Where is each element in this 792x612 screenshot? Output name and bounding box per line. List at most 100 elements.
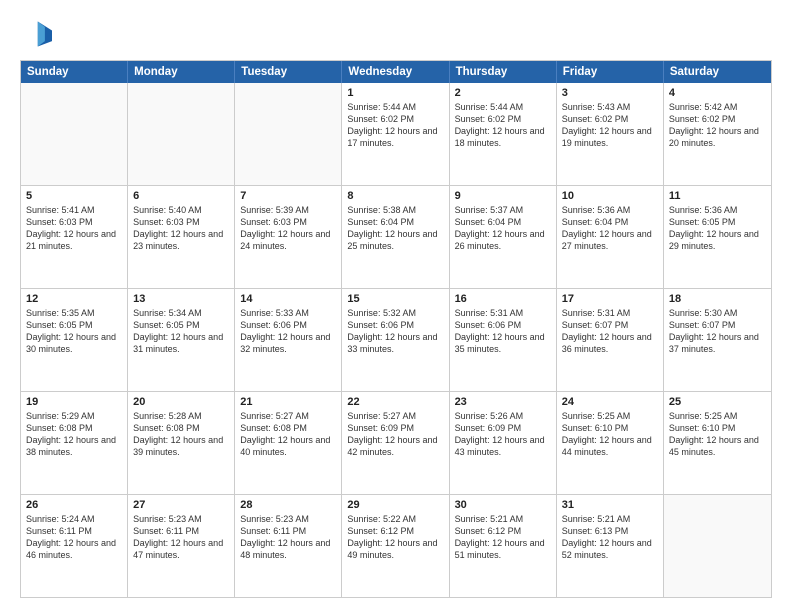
calendar-cell: 15Sunrise: 5:32 AM Sunset: 6:06 PM Dayli… (342, 289, 449, 391)
day-info: Sunrise: 5:43 AM Sunset: 6:02 PM Dayligh… (562, 101, 658, 150)
day-number: 3 (562, 87, 658, 99)
day-info: Sunrise: 5:33 AM Sunset: 6:06 PM Dayligh… (240, 307, 336, 356)
page: SundayMondayTuesdayWednesdayThursdayFrid… (0, 0, 792, 612)
day-info: Sunrise: 5:30 AM Sunset: 6:07 PM Dayligh… (669, 307, 766, 356)
calendar-cell: 8 Sunrise: 5:38 AM Sunset: 6:04 PM Daylig… (342, 186, 449, 288)
day-info: Sunrise: 5:42 AM Sunset: 6:02 PM Dayligh… (669, 101, 766, 150)
logo (20, 18, 56, 50)
day-number: 21 (240, 396, 336, 408)
day-number: 27 (133, 499, 229, 511)
calendar-row: 5 Sunrise: 5:41 AM Sunset: 6:03 PM Daylig… (21, 185, 771, 288)
calendar-cell: 9 Sunrise: 5:37 AM Sunset: 6:04 PM Daylig… (450, 186, 557, 288)
calendar-row: 1 Sunrise: 5:44 AM Sunset: 6:02 PM Daylig… (21, 83, 771, 185)
calendar-row: 12 Sunrise: 5:35 AM Sunset: 6:05 PM Dayli… (21, 288, 771, 391)
calendar-cell: 21 Sunrise: 5:27 AM Sunset: 6:08 PM Dayli… (235, 392, 342, 494)
day-info: Sunrise: 5:35 AM Sunset: 6:05 PM Dayligh… (26, 307, 122, 356)
day-number: 7 (240, 190, 336, 202)
day-number: 4 (669, 87, 766, 99)
day-info: Sunrise: 5:38 AM Sunset: 6:04 PM Dayligh… (347, 204, 443, 253)
day-number: 9 (455, 190, 551, 202)
day-info: Sunrise: 5:27 AM Sunset: 6:08 PM Dayligh… (240, 410, 336, 459)
day-info: Sunrise: 5:36 AM Sunset: 6:05 PM Dayligh… (669, 204, 766, 253)
day-info: Sunrise: 5:25 AM Sunset: 6:10 PM Dayligh… (669, 410, 766, 459)
day-number: 17 (562, 293, 658, 305)
day-number: 16 (455, 293, 551, 305)
day-info: Sunrise: 5:44 AM Sunset: 6:02 PM Dayligh… (347, 101, 443, 150)
calendar-cell (21, 83, 128, 185)
day-number: 28 (240, 499, 336, 511)
day-info: Sunrise: 5:23 AM Sunset: 6:11 PM Dayligh… (133, 513, 229, 562)
day-info: Sunrise: 5:40 AM Sunset: 6:03 PM Dayligh… (133, 204, 229, 253)
day-info: Sunrise: 5:31 AM Sunset: 6:07 PM Dayligh… (562, 307, 658, 356)
day-info: Sunrise: 5:44 AM Sunset: 6:02 PM Dayligh… (455, 101, 551, 150)
day-info: Sunrise: 5:27 AM Sunset: 6:09 PM Dayligh… (347, 410, 443, 459)
calendar-cell: 29Sunrise: 5:22 AM Sunset: 6:12 PM Dayli… (342, 495, 449, 597)
logo-icon (20, 18, 52, 50)
day-info: Sunrise: 5:25 AM Sunset: 6:10 PM Dayligh… (562, 410, 658, 459)
calendar-row: 19Sunrise: 5:29 AM Sunset: 6:08 PM Dayli… (21, 391, 771, 494)
day-number: 12 (26, 293, 122, 305)
calendar-cell: 6 Sunrise: 5:40 AM Sunset: 6:03 PM Daylig… (128, 186, 235, 288)
calendar-cell: 4 Sunrise: 5:42 AM Sunset: 6:02 PM Daylig… (664, 83, 771, 185)
day-info: Sunrise: 5:26 AM Sunset: 6:09 PM Dayligh… (455, 410, 551, 459)
day-info: Sunrise: 5:41 AM Sunset: 6:03 PM Dayligh… (26, 204, 122, 253)
day-info: Sunrise: 5:32 AM Sunset: 6:06 PM Dayligh… (347, 307, 443, 356)
calendar-cell: 26 Sunrise: 5:24 AM Sunset: 6:11 PM Dayli… (21, 495, 128, 597)
day-number: 23 (455, 396, 551, 408)
calendar-cell: 2 Sunrise: 5:44 AM Sunset: 6:02 PM Daylig… (450, 83, 557, 185)
day-number: 26 (26, 499, 122, 511)
calendar-row: 26 Sunrise: 5:24 AM Sunset: 6:11 PM Dayli… (21, 494, 771, 597)
calendar-cell: 17 Sunrise: 5:31 AM Sunset: 6:07 PM Dayli… (557, 289, 664, 391)
calendar-cell: 27 Sunrise: 5:23 AM Sunset: 6:11 PM Dayli… (128, 495, 235, 597)
calendar-cell (128, 83, 235, 185)
day-number: 19 (26, 396, 122, 408)
calendar: SundayMondayTuesdayWednesdayThursdayFrid… (20, 60, 772, 598)
day-number: 1 (347, 87, 443, 99)
calendar-cell: 22Sunrise: 5:27 AM Sunset: 6:09 PM Dayli… (342, 392, 449, 494)
day-number: 14 (240, 293, 336, 305)
calendar-cell: 1 Sunrise: 5:44 AM Sunset: 6:02 PM Daylig… (342, 83, 449, 185)
day-info: Sunrise: 5:24 AM Sunset: 6:11 PM Dayligh… (26, 513, 122, 562)
day-info: Sunrise: 5:36 AM Sunset: 6:04 PM Dayligh… (562, 204, 658, 253)
day-info: Sunrise: 5:39 AM Sunset: 6:03 PM Dayligh… (240, 204, 336, 253)
day-info: Sunrise: 5:21 AM Sunset: 6:12 PM Dayligh… (455, 513, 551, 562)
calendar-cell: 23 Sunrise: 5:26 AM Sunset: 6:09 PM Dayli… (450, 392, 557, 494)
calendar-cell: 18 Sunrise: 5:30 AM Sunset: 6:07 PM Dayli… (664, 289, 771, 391)
day-number: 5 (26, 190, 122, 202)
day-info: Sunrise: 5:23 AM Sunset: 6:11 PM Dayligh… (240, 513, 336, 562)
calendar-cell: 25Sunrise: 5:25 AM Sunset: 6:10 PM Dayli… (664, 392, 771, 494)
day-number: 20 (133, 396, 229, 408)
weekday-header: Thursday (450, 61, 557, 83)
day-number: 6 (133, 190, 229, 202)
day-number: 8 (347, 190, 443, 202)
calendar-header: SundayMondayTuesdayWednesdayThursdayFrid… (21, 61, 771, 83)
day-info: Sunrise: 5:21 AM Sunset: 6:13 PM Dayligh… (562, 513, 658, 562)
calendar-cell (664, 495, 771, 597)
calendar-body: 1 Sunrise: 5:44 AM Sunset: 6:02 PM Daylig… (21, 83, 771, 597)
calendar-cell: 7 Sunrise: 5:39 AM Sunset: 6:03 PM Daylig… (235, 186, 342, 288)
day-info: Sunrise: 5:31 AM Sunset: 6:06 PM Dayligh… (455, 307, 551, 356)
calendar-cell: 3 Sunrise: 5:43 AM Sunset: 6:02 PM Daylig… (557, 83, 664, 185)
calendar-cell: 16 Sunrise: 5:31 AM Sunset: 6:06 PM Dayli… (450, 289, 557, 391)
calendar-cell: 10Sunrise: 5:36 AM Sunset: 6:04 PM Dayli… (557, 186, 664, 288)
day-number: 18 (669, 293, 766, 305)
day-info: Sunrise: 5:28 AM Sunset: 6:08 PM Dayligh… (133, 410, 229, 459)
calendar-cell: 28 Sunrise: 5:23 AM Sunset: 6:11 PM Dayli… (235, 495, 342, 597)
calendar-cell: 5 Sunrise: 5:41 AM Sunset: 6:03 PM Daylig… (21, 186, 128, 288)
day-info: Sunrise: 5:37 AM Sunset: 6:04 PM Dayligh… (455, 204, 551, 253)
weekday-header: Sunday (21, 61, 128, 83)
header (20, 18, 772, 50)
day-info: Sunrise: 5:34 AM Sunset: 6:05 PM Dayligh… (133, 307, 229, 356)
calendar-cell: 12 Sunrise: 5:35 AM Sunset: 6:05 PM Dayli… (21, 289, 128, 391)
calendar-cell: 30Sunrise: 5:21 AM Sunset: 6:12 PM Dayli… (450, 495, 557, 597)
weekday-header: Monday (128, 61, 235, 83)
day-number: 31 (562, 499, 658, 511)
day-number: 2 (455, 87, 551, 99)
day-number: 24 (562, 396, 658, 408)
day-number: 11 (669, 190, 766, 202)
calendar-cell: 19Sunrise: 5:29 AM Sunset: 6:08 PM Dayli… (21, 392, 128, 494)
calendar-cell (235, 83, 342, 185)
day-number: 29 (347, 499, 443, 511)
calendar-cell: 14 Sunrise: 5:33 AM Sunset: 6:06 PM Dayli… (235, 289, 342, 391)
calendar-cell: 11 Sunrise: 5:36 AM Sunset: 6:05 PM Dayli… (664, 186, 771, 288)
